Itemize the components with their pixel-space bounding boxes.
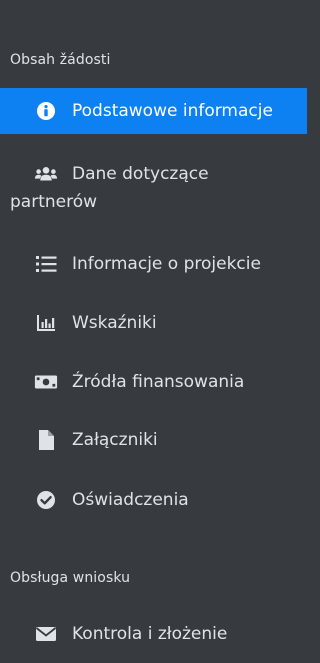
envelope-icon (34, 622, 58, 646)
nav-item-label: Kontrola i złożenie (72, 624, 228, 644)
file-icon (34, 428, 58, 452)
nav-item-project-info[interactable]: Informacje o projekcie (0, 252, 307, 276)
bar-chart-icon (34, 311, 58, 335)
nav-item-basic-info[interactable]: Podstawowe informacje (0, 88, 307, 134)
nav-item-label-continuation: partnerów (10, 192, 98, 212)
nav-item-label: Dane dotyczące (72, 164, 209, 184)
nav-item-attachments[interactable]: Załączniki (0, 428, 307, 452)
info-circle-icon (34, 99, 58, 123)
section-header-request-content: Obsah žádosti (10, 52, 111, 68)
list-icon (34, 252, 58, 276)
nav-item-label: Załączniki (72, 430, 158, 450)
nav-item-control-submit[interactable]: Kontrola i złożenie (0, 622, 307, 646)
nav-item-label: Informacje o projekcie (72, 254, 261, 274)
nav-item-label: Podstawowe informacje (72, 101, 273, 121)
nav-item-label: Źródła finansowania (72, 372, 245, 392)
nav-item-indicators[interactable]: Wskaźniki (0, 311, 307, 335)
users-icon (34, 162, 58, 186)
money-bill-icon (34, 370, 58, 394)
nav-item-label: Wskaźniki (72, 313, 157, 333)
check-circle-icon (34, 488, 58, 512)
section-header-request-handling: Obsługa wniosku (10, 570, 131, 586)
sidebar: Obsah žádosti Podstawowe informacje Dane… (0, 0, 307, 663)
nav-item-partners[interactable]: Dane dotyczące partnerów (0, 162, 307, 212)
nav-item-funding[interactable]: Źródła finansowania (0, 370, 307, 394)
nav-item-declarations[interactable]: Oświadczenia (0, 488, 307, 512)
nav-item-label: Oświadczenia (72, 490, 189, 510)
